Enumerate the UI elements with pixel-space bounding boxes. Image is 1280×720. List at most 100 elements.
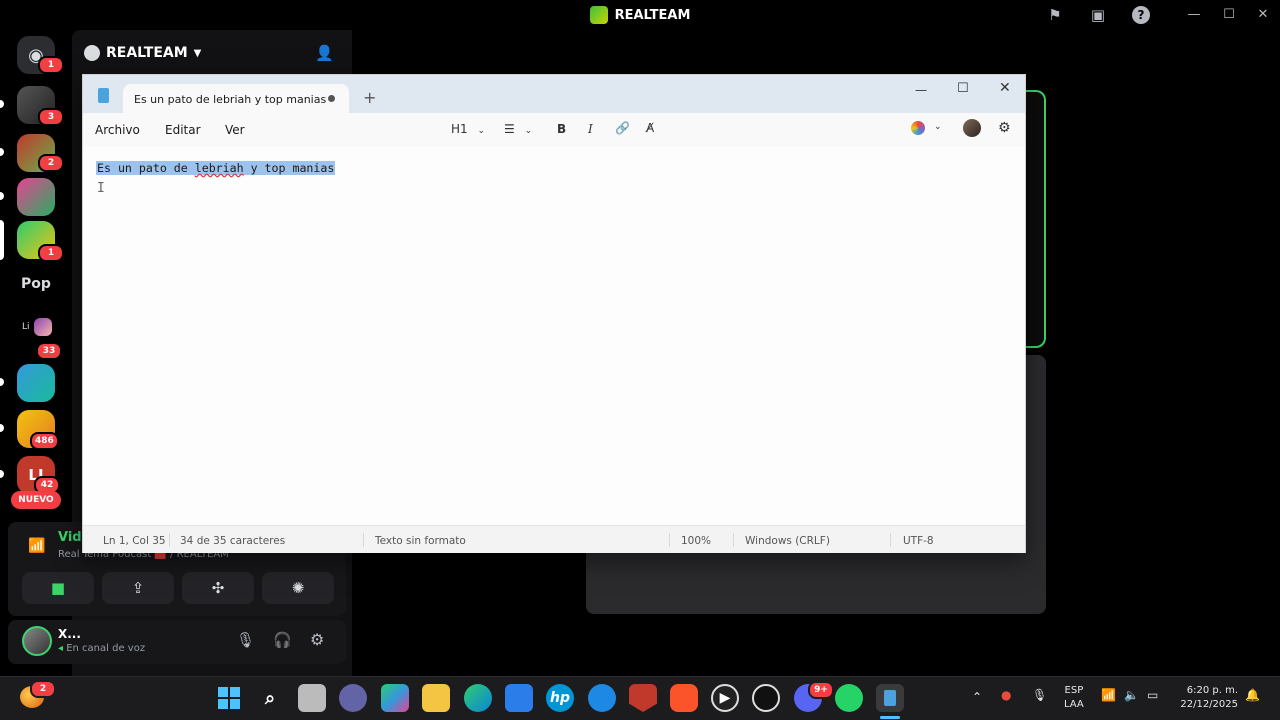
menu-edit[interactable]: Editar xyxy=(165,123,201,137)
active-app-indicator xyxy=(880,716,900,719)
volume-icon[interactable]: 🔈 xyxy=(1124,688,1139,702)
list-icon: ☰ xyxy=(504,122,515,136)
heading-dropdown[interactable]: H1 ⌄ xyxy=(451,122,485,136)
language-indicator[interactable]: ESP LAA xyxy=(1064,684,1084,712)
chevron-down-icon: ▼ xyxy=(193,47,202,59)
misspelled-word[interactable]: lebriah xyxy=(195,161,244,175)
np-minimize-button[interactable]: — xyxy=(915,83,927,97)
divider xyxy=(890,533,891,547)
server-header[interactable]: REALTEAM ▼ xyxy=(84,40,344,66)
server-folder-li[interactable]: Li xyxy=(17,314,55,340)
menu-view[interactable]: Ver xyxy=(225,123,245,137)
np-maximize-button[interactable]: ☐ xyxy=(957,81,969,96)
divider xyxy=(169,533,170,547)
microphone-tray-icon[interactable]: 🎙 xyxy=(1032,688,1047,702)
headphones-icon[interactable]: 🎧 xyxy=(273,631,292,649)
clear-formatting-icon[interactable]: A̸ xyxy=(646,121,654,135)
task-view-icon[interactable] xyxy=(298,684,326,712)
obs-icon[interactable] xyxy=(752,684,780,712)
copilot-icon[interactable] xyxy=(911,121,925,135)
soundboard-button[interactable]: ✺ xyxy=(262,572,334,604)
server-folder-pop[interactable]: Pop xyxy=(17,276,55,292)
tab-title: Es un pato de lebriah y top manias xyxy=(134,92,327,106)
close-button[interactable]: ✕ xyxy=(1253,6,1273,24)
discord-badge: 9+ xyxy=(808,681,834,699)
text-format[interactable]: Texto sin formato xyxy=(375,535,466,547)
edge-icon[interactable] xyxy=(464,684,492,712)
tray-app-icon[interactable]: ● xyxy=(1001,688,1011,702)
user-name[interactable]: X... xyxy=(58,627,81,641)
battery-icon[interactable]: ▭ xyxy=(1147,688,1158,702)
window-title-text: REALTEAM xyxy=(614,7,691,23)
chevron-down-icon: ⌄ xyxy=(477,126,486,136)
tray-overflow-chevron-icon[interactable]: ⌃ xyxy=(972,690,982,704)
file-explorer-icon[interactable] xyxy=(422,684,450,712)
settings-app-icon[interactable] xyxy=(588,684,616,712)
italic-button[interactable]: I xyxy=(588,122,593,136)
help-icon[interactable]: ? xyxy=(1132,6,1150,24)
media-player-icon[interactable]: ▶ xyxy=(711,684,739,712)
discord-window-title: REALTEAM xyxy=(0,0,1280,30)
microsoft-store-icon[interactable] xyxy=(505,684,533,712)
brave-icon[interactable] xyxy=(670,684,698,712)
settings-gear-icon[interactable]: ⚙ xyxy=(998,120,1011,136)
hp-icon[interactable]: hp xyxy=(546,684,574,712)
camera-button[interactable]: ■ xyxy=(22,572,94,604)
text-segment: Es un pato de xyxy=(97,161,195,175)
divider xyxy=(669,533,670,547)
folder-server-icon xyxy=(33,318,52,336)
zoom-level[interactable]: 100% xyxy=(681,535,711,547)
clock[interactable]: 6:20 p. m. 22/12/2025 xyxy=(1176,684,1238,712)
avatar[interactable] xyxy=(22,626,52,656)
minimize-button[interactable]: — xyxy=(1184,6,1204,24)
encoding[interactable]: UTF-8 xyxy=(903,535,934,547)
chevron-down-icon[interactable]: ⌄ xyxy=(934,122,942,132)
user-status: ◂ En canal de voz xyxy=(58,643,145,654)
menu-file[interactable]: Archivo xyxy=(95,123,140,137)
start-windows-icon[interactable] xyxy=(215,684,243,712)
folder-label: Li xyxy=(22,322,30,332)
server-name: REALTEAM xyxy=(106,45,188,61)
new-badge[interactable]: NUEVO xyxy=(11,491,61,509)
server-badge-icon xyxy=(84,45,100,61)
account-avatar[interactable] xyxy=(963,119,981,137)
new-tab-plus-icon[interactable]: + xyxy=(363,88,376,107)
folder-badge: 33 xyxy=(36,342,62,360)
inbox-icon[interactable]: ▣ xyxy=(1089,6,1107,24)
copilot-taskbar-icon[interactable] xyxy=(381,684,409,712)
add-member-icon[interactable]: 👤 xyxy=(315,44,334,62)
char-count: 34 de 35 caracteres xyxy=(180,535,286,547)
maximize-button[interactable]: ☐ xyxy=(1219,6,1239,24)
settings-gear-icon[interactable]: ⚙ xyxy=(310,630,324,649)
weather-badge: 2 xyxy=(30,680,56,698)
voice-connected-icon: 📶 xyxy=(28,538,46,554)
text-editor[interactable]: Es un pato de lebriah y top manias I xyxy=(83,147,1025,525)
wifi-icon[interactable]: 📶 xyxy=(1101,688,1116,702)
line-ending[interactable]: Windows (CRLF) xyxy=(745,535,830,547)
search-icon[interactable]: ⌕ xyxy=(256,684,284,712)
server-badge-2: 2 xyxy=(38,154,64,172)
unsaved-dot-icon[interactable] xyxy=(328,95,335,102)
link-icon[interactable]: 🔗 xyxy=(615,121,630,135)
screen-share-icon: ⇪ xyxy=(131,579,145,597)
notepad-taskbar-icon[interactable] xyxy=(876,684,904,712)
list-dropdown[interactable]: ☰ ⌄ xyxy=(504,122,532,136)
whatsapp-icon[interactable] xyxy=(835,684,863,712)
server-icon-7[interactable] xyxy=(17,364,55,402)
bold-button[interactable]: B xyxy=(557,122,566,136)
voice-status[interactable]: Vid xyxy=(58,530,82,545)
microphone-icon[interactable]: 🎙 xyxy=(236,631,255,649)
user-status-text: En canal de voz xyxy=(66,643,146,654)
server-icon-3[interactable] xyxy=(17,178,55,216)
selected-pill xyxy=(0,220,4,260)
activities-button[interactable]: ✣ xyxy=(182,572,254,604)
soundboard-icon: ✺ xyxy=(291,579,305,597)
teams-icon[interactable] xyxy=(339,684,367,712)
notifications-icon[interactable]: 🔔 xyxy=(1245,688,1260,702)
screen-share-button[interactable]: ⇪ xyxy=(102,572,174,604)
flag-icon[interactable]: ⚑ xyxy=(1046,6,1064,24)
np-close-button[interactable]: ✕ xyxy=(999,80,1011,96)
notepad-tab[interactable]: Es un pato de lebriah y top manias xyxy=(123,84,349,114)
clock-date: 22/12/2025 xyxy=(1180,699,1238,710)
divider xyxy=(363,533,364,547)
